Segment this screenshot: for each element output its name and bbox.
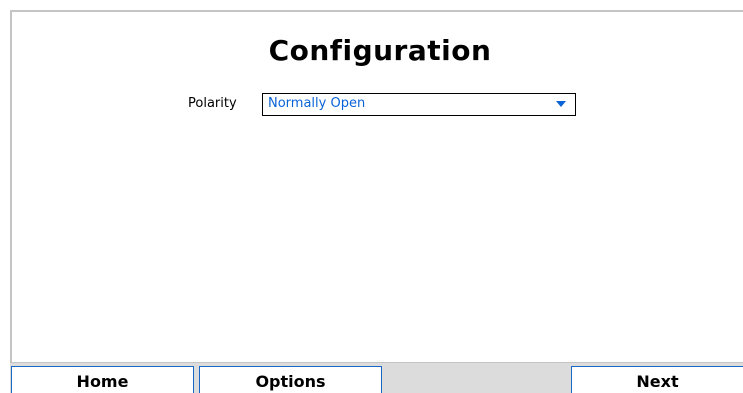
next-button[interactable]: Next: [571, 366, 743, 393]
configuration-screen: Configuration Polarity Normally Open Hom…: [0, 0, 743, 393]
chevron-down-icon[interactable]: [556, 101, 566, 107]
polarity-select-value: Normally Open: [268, 96, 366, 111]
home-button[interactable]: Home: [11, 366, 194, 393]
page-title: Configuration: [268, 34, 492, 67]
polarity-label: Polarity: [188, 96, 237, 111]
options-button[interactable]: Options: [199, 366, 382, 393]
polarity-select[interactable]: Normally Open: [262, 93, 576, 116]
